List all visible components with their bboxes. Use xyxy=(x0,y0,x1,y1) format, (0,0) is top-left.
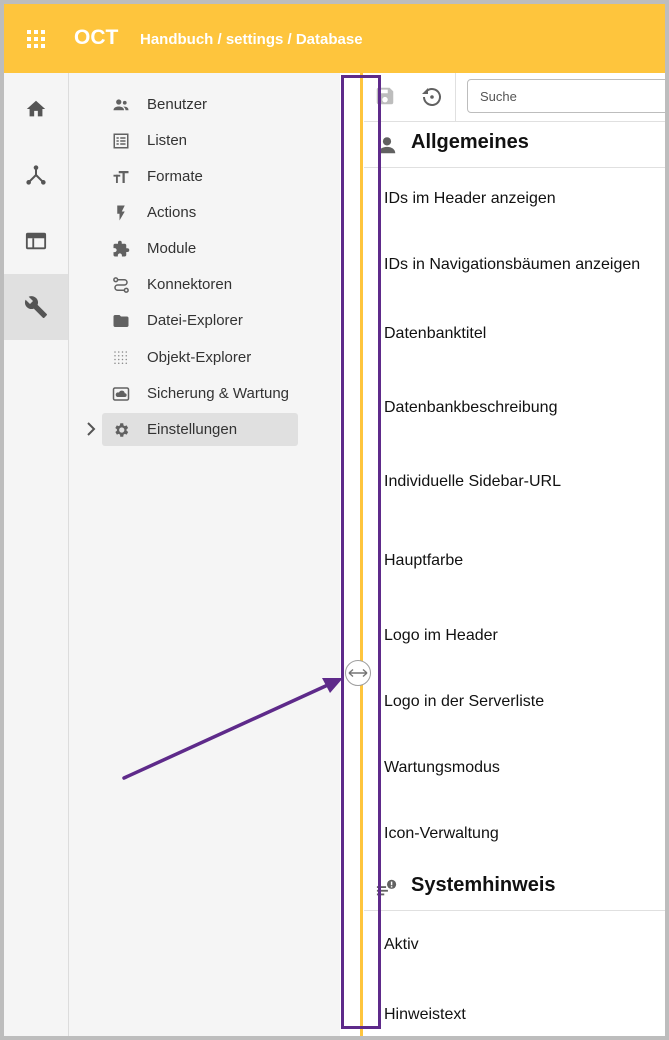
rail-hierarchy-button[interactable] xyxy=(4,142,68,208)
toolbar-separator xyxy=(455,73,456,121)
nav-item-label: Formate xyxy=(147,168,203,185)
setting-row[interactable]: Datenbankbeschreibung xyxy=(384,399,557,417)
resize-handle[interactable] xyxy=(345,660,371,686)
setting-row[interactable]: IDs in Navigationsbäumen anzeigen xyxy=(384,256,640,274)
toolbar xyxy=(364,73,665,122)
nav-item-listen[interactable]: Listen xyxy=(102,124,298,157)
section-header-systemhinweis: Systemhinweis xyxy=(364,864,665,911)
top-bar: OCT Handbuch / settings / Database xyxy=(4,4,665,73)
nav-item-datei-explorer[interactable]: Datei-Explorer xyxy=(102,304,298,337)
history-icon[interactable] xyxy=(419,85,443,109)
app-window: OCT Handbuch / settings / Database Benut… xyxy=(4,4,665,1036)
nav-item-label: Sicherung & Wartung xyxy=(147,385,290,402)
nav-item-benutzer[interactable]: Benutzer xyxy=(102,88,298,121)
bolt-icon xyxy=(117,205,125,221)
wrench-icon xyxy=(24,296,47,318)
setting-row[interactable]: Logo in der Serverliste xyxy=(384,693,544,711)
nav-item-formate[interactable]: Formate xyxy=(102,160,298,193)
setting-row[interactable]: Wartungsmodus xyxy=(384,759,500,777)
setting-row[interactable]: Datenbanktitel xyxy=(384,325,486,343)
layout-icon xyxy=(25,232,47,250)
setting-row[interactable]: Individuelle Sidebar-URL xyxy=(384,473,561,491)
annotation-highlight-box xyxy=(341,75,381,1029)
section-title: Allgemeines xyxy=(411,131,529,153)
nav-item-label: Module xyxy=(147,240,197,257)
app-logo[interactable]: OCT xyxy=(74,26,118,50)
settings-nav: Benutzer Listen Formate Actions Module K… xyxy=(69,73,340,1036)
rail-home-button[interactable] xyxy=(4,76,68,142)
section-title: Systemhinweis xyxy=(411,874,556,896)
nav-item-label: Listen xyxy=(147,132,188,149)
nav-item-module[interactable]: Module xyxy=(102,232,298,265)
apps-grid-icon[interactable] xyxy=(26,29,46,49)
puzzle-icon xyxy=(113,240,130,257)
setting-row[interactable]: Aktiv xyxy=(384,936,419,954)
setting-row[interactable]: Icon-Verwaltung xyxy=(384,825,499,843)
route-icon xyxy=(113,277,129,293)
nav-item-label: Actions xyxy=(147,204,197,221)
setting-row[interactable]: IDs im Header anzeigen xyxy=(384,190,556,208)
dot-grid-icon xyxy=(114,351,127,364)
horizontal-resize-icon xyxy=(348,668,368,678)
nav-item-objekt-explorer[interactable]: Objekt-Explorer xyxy=(102,341,298,374)
setting-row[interactable]: Logo im Header xyxy=(384,627,498,645)
section-header-allgemeines: Allgemeines xyxy=(364,121,665,168)
chevron-right-icon[interactable] xyxy=(85,421,97,437)
hierarchy-icon xyxy=(26,165,46,185)
list-icon xyxy=(113,133,129,149)
nav-item-label: Konnektoren xyxy=(147,276,233,293)
nav-item-einstellungen[interactable]: Einstellungen xyxy=(102,413,298,446)
icon-rail xyxy=(4,73,69,1036)
nav-item-label: Objekt-Explorer xyxy=(147,349,252,366)
nav-item-actions[interactable]: Actions xyxy=(102,196,298,229)
home-icon xyxy=(26,100,46,117)
rail-layout-button[interactable] xyxy=(4,208,68,274)
nav-item-label: Benutzer xyxy=(147,96,208,113)
nav-item-konnektoren[interactable]: Konnektoren xyxy=(102,268,298,301)
nav-item-label: Einstellungen xyxy=(147,421,238,438)
text-format-icon xyxy=(113,171,129,183)
nav-item-sicherung-wartung[interactable]: Sicherung & Wartung xyxy=(102,377,298,410)
cloud-backup-icon xyxy=(112,387,130,401)
setting-row[interactable]: Hinweistext xyxy=(384,1006,466,1024)
gear-icon xyxy=(115,423,129,437)
users-icon xyxy=(113,99,129,111)
nav-item-label: Datei-Explorer xyxy=(147,312,243,329)
folder-icon xyxy=(113,315,129,327)
search-input[interactable] xyxy=(467,79,665,113)
setting-row[interactable]: Hauptfarbe xyxy=(384,552,463,570)
breadcrumb: Handbuch / settings / Database xyxy=(140,31,363,48)
rail-admin-button[interactable] xyxy=(4,274,68,340)
